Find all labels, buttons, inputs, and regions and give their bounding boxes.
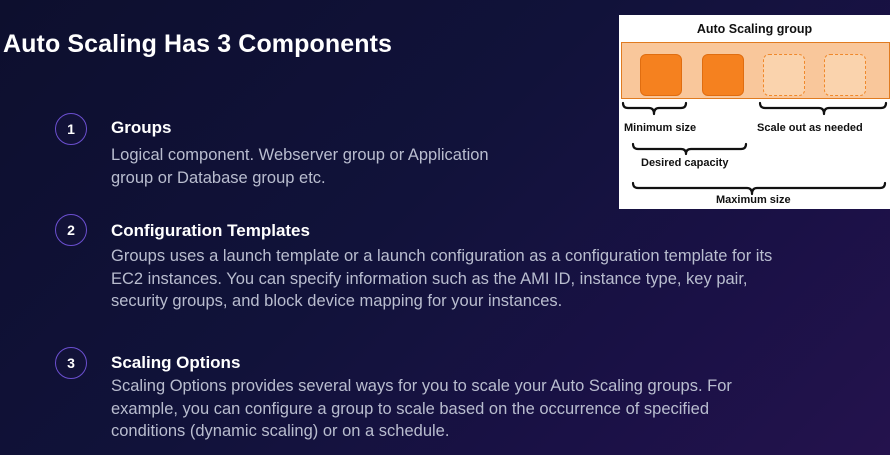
maximum-size-brace (631, 181, 887, 196)
scale-out-label: Scale out as needed (757, 122, 863, 134)
description-line: security groups, and block device mappin… (111, 292, 563, 310)
number-badge: 2 (55, 214, 87, 246)
description-line: Groups uses a launch template or a launc… (111, 247, 773, 265)
item-description: Groups uses a launch template or a launc… (111, 245, 772, 313)
item-title: Groups (111, 118, 172, 137)
desired-capacity-label: Desired capacity (641, 157, 729, 169)
item-description: Scaling Options provides several ways fo… (111, 375, 732, 443)
brace-lines (621, 101, 888, 196)
description-line: example, you can configure a group to sc… (111, 399, 710, 418)
description-line: EC2 instances. You can specify informati… (111, 269, 748, 288)
desired-capacity-brace (631, 142, 748, 156)
scale-out-brace (758, 101, 888, 116)
auto-scaling-group-diagram: Auto Scaling group Minimum size Scale ou… (619, 15, 890, 209)
item-title: Scaling Options (111, 353, 241, 372)
number-badge: 1 (55, 113, 87, 145)
description-line: Scaling Options provides several ways fo… (111, 377, 732, 395)
description-line: Logical component. Webserver group or Ap… (111, 146, 489, 164)
minimum-size-brace (621, 101, 688, 116)
description-line: conditions (dynamic scaling) or on a sch… (111, 422, 450, 440)
item-description: Logical component. Webserver group or Ap… (111, 144, 489, 189)
maximum-size-label: Maximum size (716, 194, 791, 206)
description-line: group or Database group etc. (111, 168, 326, 187)
item-title: Configuration Templates (111, 221, 310, 240)
slide-title: Auto Scaling Has 3 Components (3, 30, 393, 58)
number-badge: 3 (55, 347, 87, 379)
minimum-size-label: Minimum size (624, 122, 697, 134)
